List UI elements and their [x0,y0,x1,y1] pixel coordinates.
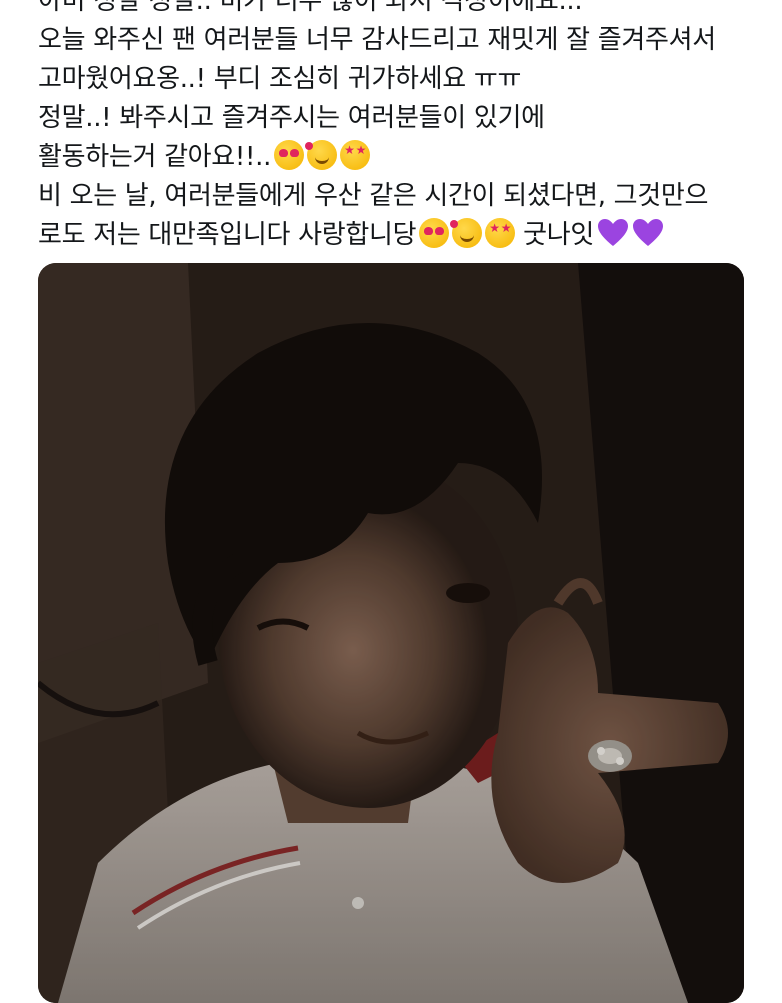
tweet-line-8-text: 굿나잇 [523,220,595,250]
tweet-line-7-text: 로도 저는 대만족입니다 사랑합니당 [38,220,417,250]
purple-heart-icon [597,218,629,248]
heart-eyes-face-icon [274,140,305,170]
tweet-line-4: 정말..! 봐주시고 즐겨주시는 여러분들이 있기에 [38,103,545,133]
star-struck-face-icon [485,218,516,248]
tweet-line-5-text: 활동하는거 같아요!!.. [38,142,272,172]
tweet-line-6: 비 오는 날, 여러분들에게 우산 같은 시간이 되셨다면, 그것만으 [38,181,709,211]
purple-heart-icon [632,218,664,248]
tweet-text: 아미 정말 정말.. 비가 너무 많이 와서 걱정이에요... 오늘 와주신 팬… [38,0,758,255]
tweet-line-5: 활동하는거 같아요!!.. [38,138,758,177]
tweet-line-3: 고마웠어요옹..! 부디 조심히 귀가하세요 ㅠㅠ [38,64,522,94]
heart-eyes-face-icon [419,218,450,248]
smiling-face-with-hearts-icon [450,218,483,248]
tweet-line-2: 오늘 와주신 팬 여러분들 너무 감사드리고 재밋게 잘 즐겨주셔서 [38,25,716,55]
selfie-photo-illustration [38,263,744,1003]
tweet-line-7: 로도 저는 대만족입니다 사랑합니당 굿나잇 [38,216,758,255]
tweet-line-1: 아미 정말 정말.. 비가 너무 많이 와서 걱정이에요... [38,0,583,16]
smiling-face-with-hearts-icon [305,140,338,170]
star-struck-face-icon [340,140,371,170]
tweet-photo[interactable] [38,263,744,1003]
